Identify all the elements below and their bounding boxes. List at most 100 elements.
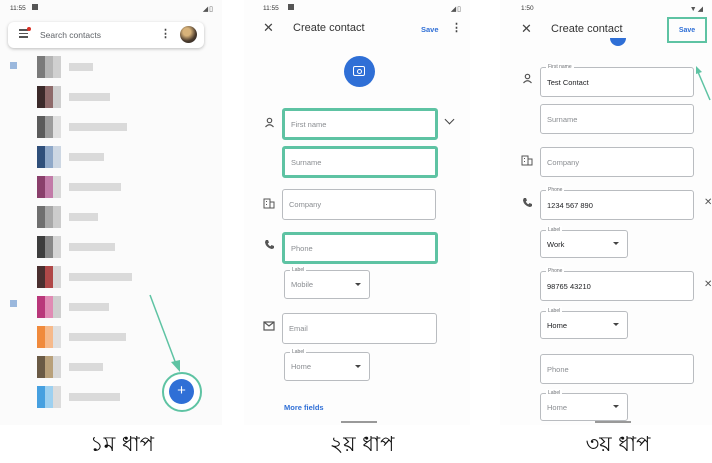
signal-icon: ▼◢	[689, 6, 704, 13]
contacts-list-screen: 11:55 ◢▯ Search contacts ⋮ +	[0, 0, 222, 425]
surname-field[interactable]: Surname	[540, 104, 694, 134]
contact-row[interactable]	[37, 326, 217, 348]
company-field[interactable]: Company	[282, 189, 436, 220]
dropdown-icon	[613, 405, 619, 408]
phone-label-select[interactable]: Label Mobile	[284, 266, 370, 299]
contact-row[interactable]	[37, 56, 217, 78]
save-button[interactable]: Save	[421, 25, 439, 34]
contact-name-blurred	[69, 93, 110, 101]
add-photo-button[interactable]	[344, 56, 375, 87]
phone-2-label-caption: Label	[546, 307, 563, 315]
pointer-arrow	[149, 294, 180, 372]
menu-icon[interactable]	[19, 27, 31, 38]
contact-row[interactable]	[37, 86, 217, 108]
dropdown-icon	[613, 242, 619, 245]
remove-phone-2-icon[interactable]: ✕	[704, 279, 712, 290]
contact-avatar-blurred	[37, 356, 61, 378]
contact-name-blurred	[69, 303, 109, 311]
search-bar[interactable]: Search contacts ⋮	[8, 22, 204, 48]
add-icon: +	[169, 379, 194, 404]
index-marker	[10, 300, 17, 307]
dropdown-icon	[355, 364, 361, 368]
status-time: 11:55	[263, 5, 279, 12]
phone-2-label-select[interactable]: Label Home	[540, 307, 628, 339]
contact-row[interactable]	[37, 266, 217, 288]
phone-3-label-caption: Label	[546, 389, 563, 397]
notification-icon	[288, 4, 294, 10]
status-time: 1:50	[521, 5, 534, 12]
email-label-select[interactable]: Label Home	[284, 348, 370, 381]
email-label-caption: Label	[290, 348, 307, 356]
search-input[interactable]: Search contacts	[40, 30, 101, 40]
add-photo-button[interactable]	[610, 38, 626, 46]
phone-1-label-value: Work	[547, 239, 565, 249]
close-icon[interactable]: ✕	[521, 21, 532, 37]
surname-field[interactable]: Surname	[282, 146, 438, 178]
create-contact-screen-step2: 11:55 ◢▯ ✕ Create contact Save ⋮ First n…	[244, 0, 470, 425]
contact-avatar-blurred	[37, 326, 61, 348]
phone-3-label-select[interactable]: Label Home	[540, 389, 628, 421]
phone-3-field[interactable]: Phone	[540, 354, 694, 384]
pointer-arrow	[696, 66, 711, 101]
remove-phone-1-icon[interactable]: ✕	[704, 197, 712, 208]
step-2-caption: ২য় ধাপ	[329, 432, 395, 456]
contact-avatar-blurred	[37, 296, 61, 318]
contact-row[interactable]	[37, 236, 217, 258]
close-icon[interactable]: ✕	[263, 20, 274, 36]
contact-row[interactable]	[37, 176, 217, 198]
email-icon	[263, 321, 275, 334]
email-field[interactable]: Email	[282, 313, 437, 344]
save-button[interactable]: Save	[667, 17, 707, 43]
contact-row[interactable]	[37, 296, 217, 318]
contact-name-blurred	[69, 333, 126, 341]
phone-2-field[interactable]: Phone 98765 43210	[540, 267, 694, 301]
phone-1-label-select[interactable]: Label Work	[540, 226, 628, 258]
index-marker	[10, 62, 17, 69]
person-icon	[522, 73, 533, 87]
step-3-caption: ৩য় ধাপ	[585, 432, 651, 456]
phone-field[interactable]: Phone	[282, 232, 438, 264]
contact-name-blurred	[69, 273, 132, 281]
contact-name-blurred	[69, 183, 121, 191]
phone-1-caption: Phone	[546, 186, 565, 194]
phone-1-field[interactable]: Phone 1234 567 890	[540, 186, 694, 220]
add-contact-button[interactable]: +	[162, 372, 202, 412]
email-label-value: Home	[291, 362, 312, 371]
phone-1-value: 1234 567 890	[547, 200, 593, 210]
battery-icon: ◢▯	[202, 6, 214, 13]
contact-avatar-blurred	[37, 116, 61, 138]
contact-avatar-blurred	[37, 266, 61, 288]
avatar[interactable]	[180, 26, 197, 43]
phone-1-label-caption: Label	[546, 226, 563, 234]
more-options-icon[interactable]: ⋮	[160, 27, 171, 40]
more-fields-link[interactable]: More fields	[284, 403, 324, 412]
contact-name-blurred	[69, 243, 115, 251]
status-time: 11:55	[10, 5, 26, 12]
first-name-field[interactable]: First name	[282, 108, 438, 140]
save-label: Save	[678, 26, 696, 34]
phone-label-value: Mobile	[291, 280, 314, 289]
contact-row[interactable]	[37, 146, 217, 168]
phone-label-caption: Label	[290, 266, 307, 274]
create-contact-screen-step3: 1:50 ▼◢ ✕ Create contact Save First name…	[500, 0, 712, 425]
phone-icon	[264, 239, 275, 253]
contact-name-blurred	[69, 123, 127, 131]
contact-name-blurred	[69, 63, 93, 71]
contact-avatar-blurred	[37, 146, 61, 168]
contact-row[interactable]	[37, 116, 217, 138]
company-icon	[521, 155, 533, 169]
contact-avatar-blurred	[37, 386, 61, 408]
step-1-caption: ১ম ধাপ	[89, 432, 155, 456]
dropdown-icon	[613, 323, 619, 326]
phone-2-label-value: Home	[547, 320, 568, 330]
contact-row[interactable]	[37, 206, 217, 228]
company-field[interactable]: Company	[540, 147, 694, 177]
nav-handle	[341, 421, 377, 423]
first-name-field[interactable]: First name Test Contact	[540, 63, 694, 97]
contact-name-blurred	[69, 213, 98, 221]
contact-avatar-blurred	[37, 86, 61, 108]
expand-icon[interactable]	[444, 114, 455, 125]
more-options-icon[interactable]: ⋮	[451, 21, 462, 34]
phone-2-caption: Phone	[546, 267, 565, 275]
contact-avatar-blurred	[37, 206, 61, 228]
